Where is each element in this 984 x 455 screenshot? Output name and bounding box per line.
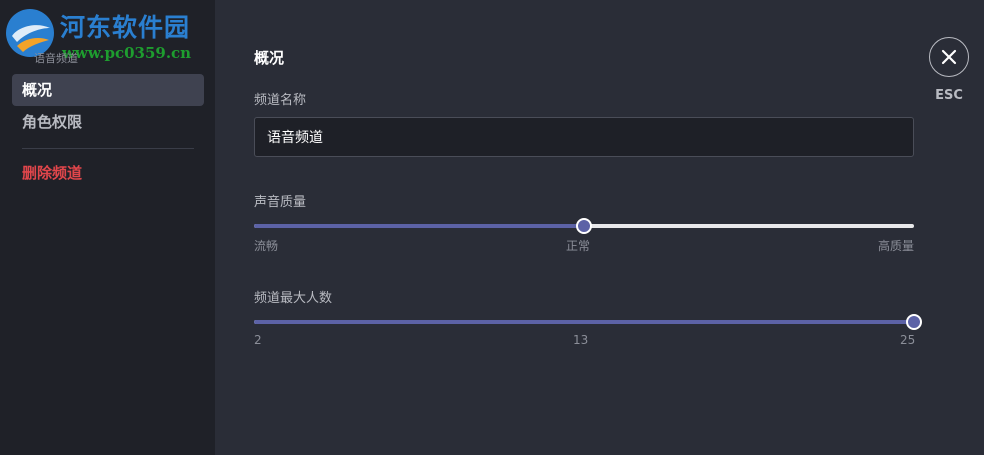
audio-quality-label: 声音质量	[254, 195, 307, 210]
max-users-fill	[254, 320, 914, 324]
sidebar-divider	[22, 148, 194, 149]
sidebar: 河东软件园 www.pc0359.cn 语音频道 概况 角色权限 删除频道	[0, 0, 215, 455]
sidebar-item-permissions[interactable]: 角色权限	[12, 106, 204, 138]
close-button[interactable]	[929, 37, 969, 77]
sidebar-section-header: 语音频道	[34, 52, 78, 65]
audio-quality-tick-smooth: 流畅	[254, 239, 279, 253]
audio-quality-fill	[254, 224, 584, 228]
sidebar-item-overview[interactable]: 概况	[12, 74, 204, 106]
max-users-tick-mid: 13	[573, 333, 589, 347]
watermark-title: 河东软件园	[60, 13, 191, 42]
channel-name-label: 频道名称	[254, 93, 307, 108]
max-users-tick-min: 2	[254, 333, 262, 347]
close-icon	[941, 49, 957, 65]
audio-quality-tick-high: 高质量	[878, 239, 915, 253]
audio-quality-tick-normal: 正常	[566, 239, 591, 253]
max-users-label: 频道最大人数	[254, 291, 333, 306]
page-title: 概况	[254, 49, 285, 67]
channel-name-input[interactable]	[254, 117, 914, 157]
esc-label: ESC	[935, 88, 963, 103]
settings-screen: 河东软件园 www.pc0359.cn 语音频道 概况 角色权限 删除频道 概况…	[0, 0, 984, 455]
watermark: 河东软件园 www.pc0359.cn	[0, 0, 215, 68]
max-users-slider[interactable]	[254, 314, 922, 330]
audio-quality-slider[interactable]	[254, 218, 914, 234]
sidebar-item-delete-channel[interactable]: 删除频道	[12, 157, 204, 189]
max-users-tick-max: 25	[900, 333, 916, 347]
watermark-url: www.pc0359.cn	[62, 44, 192, 62]
audio-quality-thumb[interactable]	[576, 218, 592, 234]
max-users-thumb[interactable]	[906, 314, 922, 330]
